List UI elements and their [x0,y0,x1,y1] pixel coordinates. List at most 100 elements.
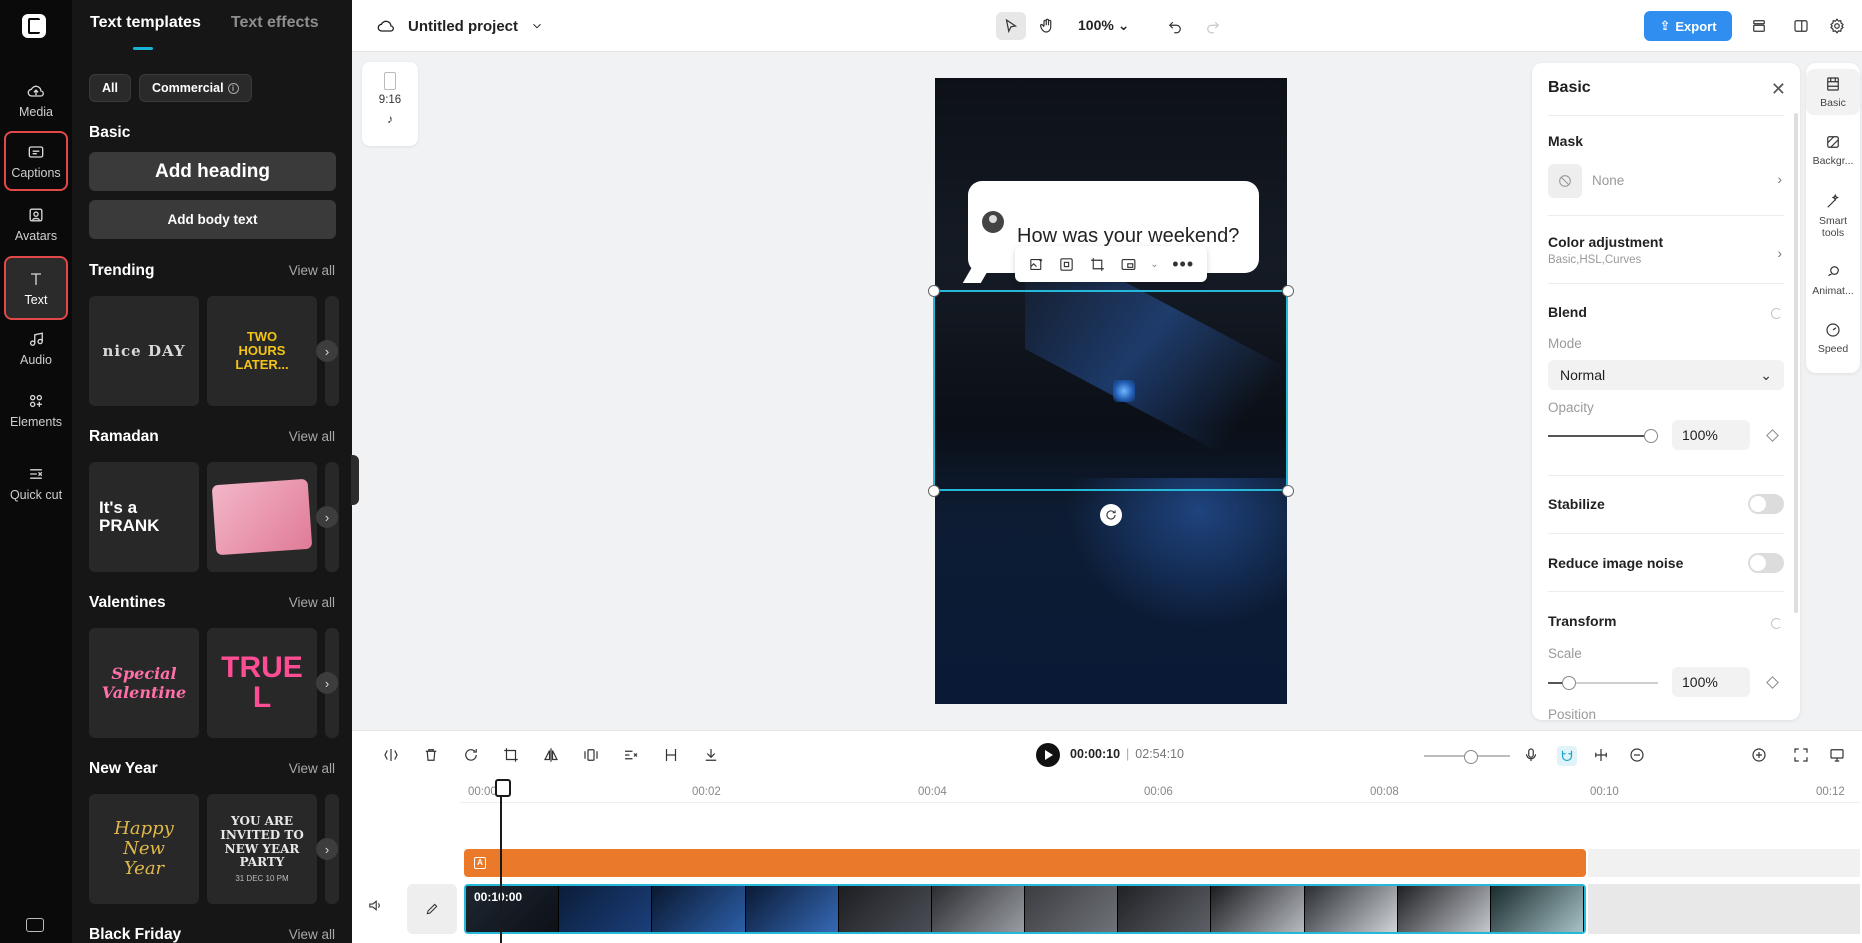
redo-button[interactable] [1198,12,1228,40]
layers-button[interactable] [1744,12,1774,40]
zoom-dropdown[interactable]: 100% ⌄ [1078,17,1129,34]
template-card[interactable]: Special Valentine [89,628,199,738]
edit-cover-button[interactable] [407,884,457,934]
view-all-trending[interactable]: View all [289,263,335,278]
aspect-ratio-selector[interactable]: 9:16 ♪ [362,62,418,146]
template-card[interactable]: TRUE L [207,628,317,738]
mask-value[interactable]: None [1592,173,1624,188]
mute-track-button[interactable] [367,897,387,917]
resize-handle-top-right[interactable] [1282,285,1294,297]
template-card[interactable]: YOU ARE INVITED TO NEW YEAR PARTY 31 DEC… [207,794,317,904]
export-button[interactable]: ⇪ Export [1644,11,1732,41]
chevron-right-icon[interactable]: › [316,838,338,860]
timeline-zoom-slider[interactable] [1424,750,1510,764]
template-card[interactable] [207,462,317,572]
split-view-button[interactable] [1592,746,1612,766]
play-button[interactable] [1036,743,1060,767]
select-tool-button[interactable] [996,12,1026,40]
resize-handle-bottom-left[interactable] [928,485,940,497]
template-card[interactable]: Happy New Year [89,794,199,904]
add-heading-button[interactable]: Add heading [89,152,336,191]
scale-slider[interactable] [1548,676,1658,690]
microphone-button[interactable] [1522,746,1542,766]
tab-smart-tools[interactable]: Smart tools [1806,193,1860,239]
view-all-ramadan[interactable]: View all [289,429,335,444]
delete-button[interactable] [422,746,442,766]
chevron-down-icon[interactable]: ⌄ [1150,259,1158,270]
app-logo[interactable] [22,14,46,38]
hand-tool-button[interactable] [1032,12,1062,40]
project-menu[interactable]: Untitled project [376,16,544,36]
selection-box[interactable] [933,290,1288,491]
keyframe-diamond-icon[interactable] [1766,429,1779,442]
collapse-panel-handle[interactable] [351,455,359,505]
scale-input[interactable]: 100% [1672,667,1750,697]
rail-avatars[interactable]: Avatars [6,196,66,252]
snap-button[interactable] [1557,746,1577,766]
speed-adjust-button[interactable] [622,746,642,766]
timeline-ruler[interactable]: 00:00 00:02 00:04 00:06 00:08 00:10 00:1… [460,786,1860,800]
blend-mode-select[interactable]: Normal ⌄ [1548,360,1784,390]
reset-icon[interactable] [1771,618,1782,629]
undo-button[interactable] [1160,12,1190,40]
rail-audio[interactable]: Audio [6,320,66,376]
picture-in-picture-icon[interactable] [1120,256,1137,273]
tab-text-templates[interactable]: Text templates [90,14,201,50]
tab-background[interactable]: Backgr... [1806,133,1860,167]
trim-button[interactable] [662,746,682,766]
view-all-valentines[interactable]: View all [289,595,335,610]
more-options-icon[interactable]: ••• [1172,254,1194,275]
rail-text[interactable]: Text [4,256,68,320]
chevron-right-icon[interactable]: › [316,672,338,694]
opacity-input[interactable]: 100% [1672,420,1750,450]
loop-button[interactable] [462,746,482,766]
chevron-right-icon[interactable]: › [1777,245,1782,261]
crop-icon[interactable] [1089,256,1106,273]
chevron-right-icon[interactable]: › [1777,171,1782,187]
opacity-slider-knob[interactable] [1644,429,1658,443]
filter-commercial[interactable]: Commercial i [138,74,252,102]
resize-handle-bottom-right[interactable] [1282,485,1294,497]
stabilize-toggle[interactable] [1748,494,1784,514]
tab-speed[interactable]: Speed [1806,321,1860,355]
close-icon[interactable]: ✕ [1771,79,1786,100]
scrollbar[interactable] [1794,113,1798,613]
flip-button[interactable] [542,746,562,766]
layout-button[interactable] [1786,12,1816,40]
freeze-button[interactable] [582,746,602,766]
download-button[interactable] [702,746,722,766]
rail-quick-cut[interactable]: Quick cut [6,448,66,518]
reset-icon[interactable] [1771,308,1782,319]
scale-slider-knob[interactable] [1562,676,1576,690]
info-icon[interactable]: i [227,82,239,94]
tab-basic[interactable]: Basic [1806,69,1860,116]
zoom-in-button[interactable] [1750,746,1770,766]
preview-button[interactable] [1828,746,1848,766]
replace-image-icon[interactable] [1028,256,1045,273]
video-track-clip[interactable]: 00:10:00 [464,884,1586,934]
reduce-noise-toggle[interactable] [1748,553,1784,573]
tab-text-effects[interactable]: Text effects [231,14,319,32]
filter-all[interactable]: All [89,74,131,102]
mask-none-icon[interactable] [1548,164,1582,198]
view-all-black-friday[interactable]: View all [289,927,335,942]
fit-button[interactable] [1792,746,1812,766]
text-track-clip[interactable]: A [464,849,1586,877]
zoom-out-button[interactable] [1628,746,1648,766]
template-card[interactable]: nice DAY [89,296,199,406]
remove-background-icon[interactable] [1058,256,1075,273]
template-card[interactable]: It's a PRANK [89,462,199,572]
tab-animation[interactable]: Animat... [1806,263,1860,297]
split-button[interactable] [382,746,402,766]
playhead[interactable] [495,779,511,943]
template-card[interactable]: TWO HOURS LATER... [207,296,317,406]
rail-media[interactable]: Media [6,72,66,128]
resize-handle-top-left[interactable] [928,285,940,297]
chevron-right-icon[interactable]: › [316,340,338,362]
settings-button[interactable] [1822,12,1852,40]
opacity-slider[interactable] [1548,429,1658,443]
add-body-text-button[interactable]: Add body text [89,200,336,239]
view-all-new-year[interactable]: View all [289,761,335,776]
crop-button[interactable] [502,746,522,766]
chevron-right-icon[interactable]: › [316,506,338,528]
